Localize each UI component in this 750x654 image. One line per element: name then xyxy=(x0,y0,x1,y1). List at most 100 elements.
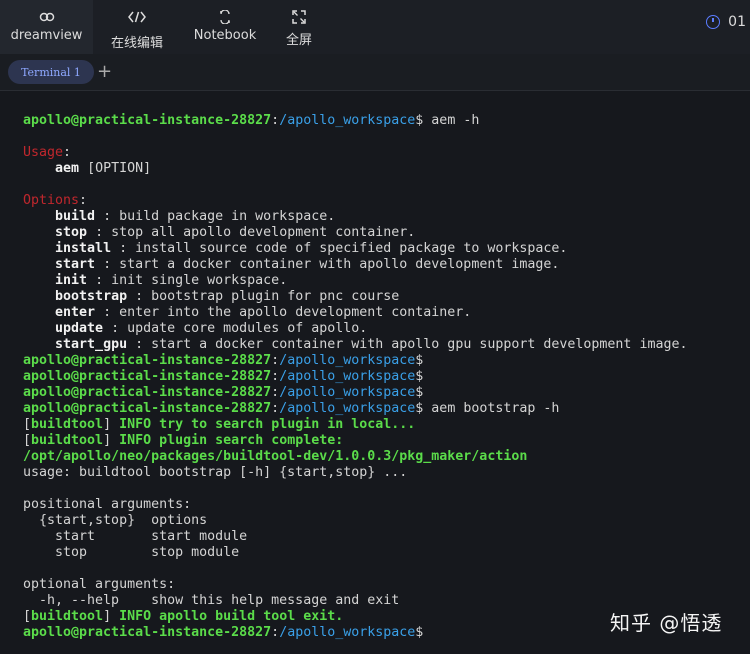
section-colon: : xyxy=(79,193,88,208)
prompt-path: /apollo_workspace xyxy=(279,401,416,416)
terminal-line: optional arguments: xyxy=(23,577,687,593)
prompt-separator: : xyxy=(271,625,280,640)
option-name: init xyxy=(55,273,88,288)
log-tag: buildtool xyxy=(31,609,104,624)
prompt-separator: : xyxy=(271,113,280,128)
prompt-user: apollo@practical-instance-28827 xyxy=(23,353,272,368)
prompt-symbol: $ xyxy=(415,353,424,368)
option-name: bootstrap xyxy=(55,289,128,304)
terminal-line: Options: xyxy=(23,193,687,209)
prompt-separator: : xyxy=(271,353,280,368)
plain-text: stop stop module xyxy=(23,545,240,560)
nav-notebook[interactable]: Notebook xyxy=(181,0,269,54)
terminal-line: apollo@practical-instance-28827:/apollo_… xyxy=(23,625,687,641)
terminal-line: [buildtool] INFO apollo build tool exit. xyxy=(23,609,687,625)
terminal-line: apollo@practical-instance-28827:/apollo_… xyxy=(23,385,687,401)
code-icon xyxy=(128,8,146,26)
terminal-output[interactable]: apollo@practical-instance-28827:/apollo_… xyxy=(0,91,750,654)
terminal-line: start_gpu : start a docker container wit… xyxy=(23,337,687,353)
option-name: install xyxy=(55,241,112,256)
option-description: : start a docker container with apollo g… xyxy=(127,337,688,352)
timer-value: 01 xyxy=(728,14,746,30)
terminal-lines: apollo@practical-instance-28827:/apollo_… xyxy=(23,113,687,641)
plain-text: -h, --help show this help message and ex… xyxy=(23,593,400,608)
terminal-line: aem [OPTION] xyxy=(23,161,687,177)
bracket: [ xyxy=(23,433,32,448)
terminal-line: -h, --help show this help message and ex… xyxy=(23,593,687,609)
prompt-separator: : xyxy=(271,401,280,416)
option-description: : build package in workspace. xyxy=(95,209,336,224)
nav-fullscreen[interactable]: 全屏 xyxy=(269,0,329,54)
tab-terminal-1[interactable]: Terminal 1 xyxy=(8,60,94,84)
terminal-line: apollo@practical-instance-28827:/apollo_… xyxy=(23,113,687,129)
terminal-line: positional arguments: xyxy=(23,497,687,513)
option-name: start xyxy=(55,257,96,272)
option-description: : install source code of specified packa… xyxy=(111,241,568,256)
terminal-line: start : start a docker container with ap… xyxy=(23,257,687,273)
terminal-line: enter : enter into the apollo developmen… xyxy=(23,305,687,321)
add-tab-button[interactable]: + xyxy=(97,60,112,84)
terminal-line: usage: buildtool bootstrap [-h] {start,s… xyxy=(23,465,687,481)
top-navigation-bar: dreamview 在线编辑 Notebook 全屏 01 xyxy=(0,0,750,54)
prompt-path: /apollo_workspace xyxy=(279,385,416,400)
prompt-symbol: $ xyxy=(415,369,424,384)
plain-text: {start,stop} options xyxy=(23,513,208,528)
prompt-symbol: $ xyxy=(415,625,424,640)
terminal-line: apollo@practical-instance-28827:/apollo_… xyxy=(23,369,687,385)
option-description: : start a docker container with apollo d… xyxy=(95,257,560,272)
option-name: stop xyxy=(55,225,88,240)
section-label: Options xyxy=(23,193,80,208)
nav-dreamview[interactable]: dreamview xyxy=(0,0,93,54)
prompt-path: /apollo_workspace xyxy=(279,625,416,640)
nav-label: 全屏 xyxy=(285,33,312,48)
option-name: build xyxy=(55,209,96,224)
prompt-path: /apollo_workspace xyxy=(279,353,416,368)
terminal-line: apollo@practical-instance-28827:/apollo_… xyxy=(23,353,687,369)
terminal-tab-bar: Terminal 1 xyxy=(0,54,750,91)
terminal-line: bootstrap : bootstrap plugin for pnc cou… xyxy=(23,289,687,305)
bracket: ] xyxy=(103,417,112,432)
section-colon: : xyxy=(63,145,72,160)
watermark: 知乎 @悟透 xyxy=(610,611,723,635)
prompt-path: /apollo_workspace xyxy=(279,113,416,128)
terminal-line: Usage: xyxy=(23,145,687,161)
prompt-user: apollo@practical-instance-28827 xyxy=(23,369,272,384)
session-timer: 01 xyxy=(706,14,746,30)
nav-label: 在线编辑 xyxy=(110,36,163,51)
option-description: : init single workspace. xyxy=(87,273,288,288)
terminal-line: stop : stop all apollo development conta… xyxy=(23,225,687,241)
plain-text: start start module xyxy=(23,529,248,544)
nav-label: dreamview xyxy=(10,28,83,43)
bracket: [ xyxy=(23,417,32,432)
terminal-line: init : init single workspace. xyxy=(23,273,687,289)
section-label: Usage xyxy=(23,145,64,160)
terminal-line: {start,stop} options xyxy=(23,513,687,529)
terminal-line: start start module xyxy=(23,529,687,545)
command-text: aem -h xyxy=(423,113,480,128)
terminal-line: install : install source code of specifi… xyxy=(23,241,687,257)
prompt-symbol: $ xyxy=(415,385,424,400)
terminal-line: build : build package in workspace. xyxy=(23,209,687,225)
option-name: enter xyxy=(55,305,96,320)
option-description: : enter into the apollo development cont… xyxy=(95,305,472,320)
log-tag: buildtool xyxy=(31,433,104,448)
link-icon xyxy=(39,8,55,26)
path-text: /opt/apollo/neo/packages/buildtool-dev/1… xyxy=(23,449,528,464)
plain-text: optional arguments: xyxy=(23,577,176,592)
prompt-separator: : xyxy=(271,385,280,400)
nav-label: Notebook xyxy=(193,28,257,43)
terminal-line: stop stop module xyxy=(23,545,687,561)
nav-online-editor[interactable]: 在线编辑 xyxy=(93,0,181,54)
option-description: : bootstrap plugin for pnc course xyxy=(127,289,400,304)
